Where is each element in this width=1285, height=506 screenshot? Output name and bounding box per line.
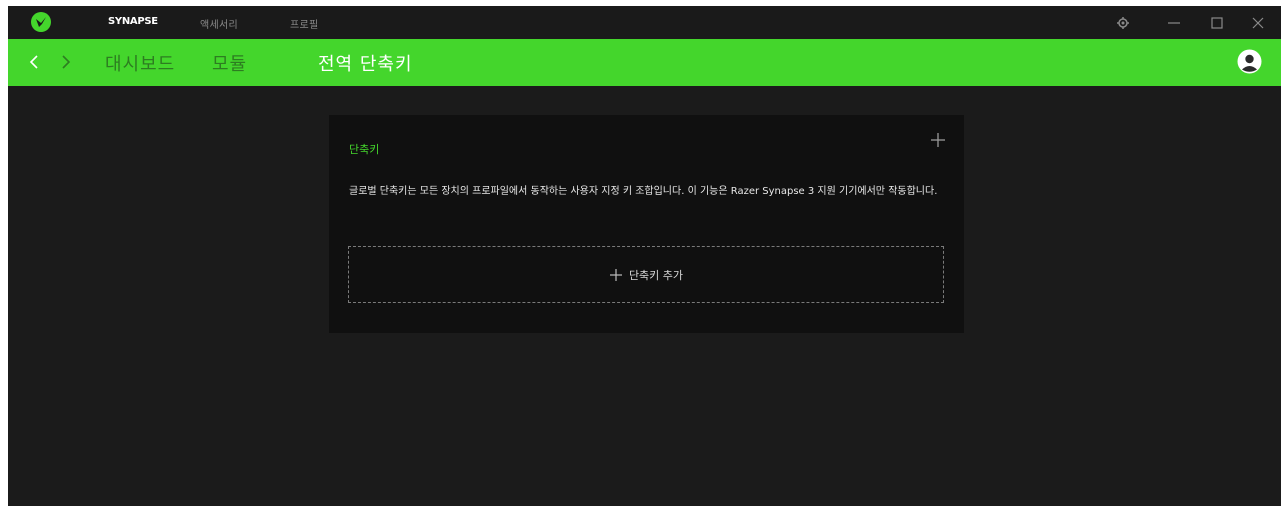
- maximize-icon[interactable]: [1208, 14, 1226, 32]
- add-shortcut-label: 단축키 추가: [628, 268, 684, 282]
- nav-item-modules[interactable]: 모듈: [212, 50, 247, 76]
- nav-item-global-shortcuts[interactable]: 전역 단축키: [318, 50, 413, 76]
- tab-accessories[interactable]: 액세서리: [200, 16, 238, 31]
- razer-logo-icon[interactable]: [30, 11, 52, 33]
- card-description: 글로벌 단축키는 모든 장치의 프로파일에서 동작하는 사용자 지정 키 조합입…: [349, 186, 938, 197]
- nav-bar: 대시보드 모듈 전역 단축키: [8, 39, 1281, 86]
- add-plus-icon: [609, 268, 622, 281]
- chevron-right-icon[interactable]: [56, 51, 76, 73]
- shortcuts-card: 단축키 글로벌 단축키는 모든 장치의 프로파일에서 동작하는 사용자 지정 키…: [329, 115, 964, 333]
- tab-synapse[interactable]: SYNAPSE: [108, 16, 158, 27]
- plus-icon[interactable]: [929, 131, 947, 149]
- card-title: 단축키: [349, 143, 380, 156]
- title-bar: SYNAPSE 액세서리 프로필: [8, 6, 1281, 39]
- tab-profiles[interactable]: 프로필: [290, 16, 319, 31]
- minimize-icon[interactable]: [1165, 14, 1183, 32]
- nav-item-dashboard[interactable]: 대시보드: [105, 50, 175, 76]
- chevron-left-icon[interactable]: [24, 51, 44, 73]
- synapse-window: SYNAPSE 액세서리 프로필 대시보드 모듈 전역 단축키 단축키 글로벌 …: [8, 6, 1281, 506]
- user-avatar-icon[interactable]: [1237, 49, 1262, 74]
- close-icon[interactable]: [1249, 14, 1267, 32]
- add-shortcut-button[interactable]: 단축키 추가: [348, 246, 944, 303]
- gear-icon[interactable]: [1114, 14, 1132, 32]
